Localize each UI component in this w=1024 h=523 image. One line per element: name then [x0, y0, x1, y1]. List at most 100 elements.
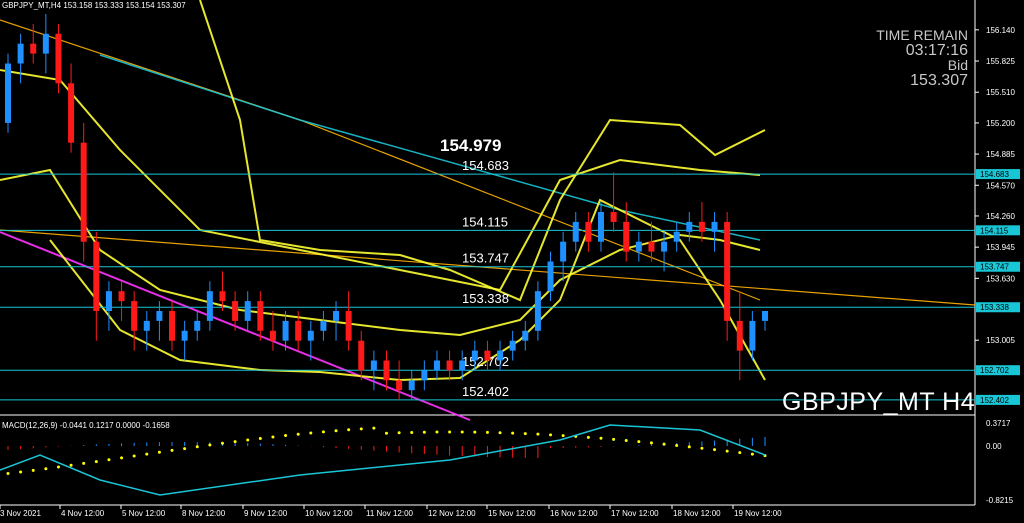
candle-body — [105, 291, 112, 311]
candle-body — [131, 301, 138, 331]
bid-label: Bid — [947, 57, 968, 73]
candle-body — [572, 221, 579, 242]
macd-signal-dot — [473, 430, 477, 434]
candle-body — [156, 311, 163, 321]
candle-body — [534, 291, 541, 331]
macd-signal-dot — [612, 437, 616, 441]
candle-body — [320, 320, 327, 331]
symbol-timeframe-label: GBPJPY_MT H4 — [782, 388, 976, 416]
time-remain-value: 03:17:16 — [905, 42, 968, 59]
candle-body — [295, 320, 302, 341]
candle-body — [383, 360, 390, 381]
macd-signal-dot — [296, 432, 300, 436]
macd-signal-dot — [56, 465, 60, 469]
candle-body — [497, 350, 504, 361]
candle-body — [93, 241, 100, 311]
macd-tick-label: -0.8215 — [986, 496, 1014, 505]
macd-signal-dot — [713, 448, 717, 452]
level-tag-label: 153.338 — [980, 303, 1009, 312]
candle-body — [686, 221, 693, 232]
candle-body — [17, 43, 24, 64]
macd-signal-dot — [586, 435, 590, 439]
candle-body — [433, 360, 440, 371]
macd-signal-dot — [271, 435, 275, 439]
macd-signal-dot — [145, 452, 149, 456]
macd-signal-dot — [662, 442, 666, 446]
time-tick-label: 12 Nov 12:00 — [428, 509, 476, 518]
candle-body — [80, 142, 87, 242]
symbol-header: GBPJPY_MT,H4 153.158 153.333 153.154 153… — [2, 1, 186, 10]
candle-body — [257, 301, 264, 331]
candle-body — [509, 340, 516, 351]
price-tick-label: 156.140 — [986, 26, 1015, 35]
candle-body — [143, 320, 150, 331]
candle-body — [232, 301, 239, 321]
macd-signal-dot — [649, 441, 653, 445]
level-label: 153.747 — [462, 251, 509, 266]
macd-signal-dot — [82, 461, 86, 465]
macd-signal-dot — [6, 472, 10, 476]
macd-signal-dot — [31, 468, 35, 472]
candle-body — [661, 241, 668, 252]
price-tick-label: 153.945 — [986, 243, 1015, 252]
candle-body — [711, 221, 718, 232]
macd-signal-dot — [536, 432, 540, 436]
macd-signal-dot — [498, 431, 502, 435]
macd-signal-dot — [359, 427, 363, 431]
macd-signal-dot — [561, 434, 565, 438]
time-tick-label: 16 Nov 12:00 — [550, 509, 598, 518]
candle-body — [169, 311, 176, 341]
price-tick-label: 154.885 — [986, 150, 1015, 159]
level-tag-label: 152.702 — [980, 366, 1009, 375]
macd-signal-dot — [195, 445, 199, 449]
macd-signal-dot — [183, 447, 187, 451]
macd-signal-dot — [170, 448, 174, 452]
macd-signal-dot — [69, 463, 73, 467]
price-chart[interactable]: 154.683 154.683 154.115 154.115 153.747 153.7… — [0, 0, 1024, 523]
macd-signal-dot — [208, 443, 212, 447]
candle-body — [446, 360, 453, 371]
candle-body — [194, 320, 201, 331]
macd-signal-dot — [120, 456, 124, 460]
time-tick-label: 11 Nov 12:00 — [366, 509, 414, 518]
macd-signal-dot — [321, 430, 325, 434]
price-tick-label: 153.005 — [986, 336, 1015, 345]
macd-signal-dot — [637, 440, 641, 444]
candle-body — [585, 221, 592, 242]
macd-signal-dot — [246, 438, 250, 442]
candle-body — [623, 221, 630, 252]
time-remain-label: TIME REMAIN — [876, 27, 968, 43]
candle-body — [181, 330, 188, 341]
macd-header: MACD(12,26,9) -0.0441 0.1217 0.0000 -0.1… — [2, 421, 170, 430]
macd-signal-dot — [107, 458, 111, 462]
macd-signal-dot — [435, 430, 439, 434]
time-tick-label: 15 Nov 12:00 — [488, 509, 536, 518]
time-tick-label: 19 Nov 12:00 — [734, 509, 782, 518]
time-remain-panel: TIME REMAIN 03:17:16 Bid 153.307 — [876, 27, 968, 89]
price-tick-label: 155.200 — [986, 119, 1015, 128]
macd-signal-dot — [397, 431, 401, 435]
candle-body — [408, 380, 415, 391]
level-tag-label: 154.683 — [980, 170, 1009, 179]
candle-body — [597, 212, 604, 242]
macd-signal-dot — [511, 431, 515, 435]
candle-body — [635, 241, 642, 252]
macd-signal-dot — [725, 449, 729, 453]
candle-body — [333, 311, 340, 321]
macd-signal-dot — [523, 432, 527, 436]
candle-body — [648, 241, 655, 252]
macd-signal-dot — [372, 426, 376, 430]
time-tick-label: 4 Nov 12:00 — [61, 509, 105, 518]
candle-body — [307, 330, 314, 341]
macd-signal-dot — [157, 450, 161, 454]
time-tick-label: 17 Nov 12:00 — [611, 509, 659, 518]
candle-body — [358, 340, 365, 371]
candle-body — [244, 301, 251, 321]
price-tick-label: 155.825 — [986, 57, 1015, 66]
macd-signal-dot — [94, 460, 98, 464]
candle-body — [5, 63, 11, 123]
candle-body — [68, 83, 75, 143]
price-tick-label: 154.260 — [986, 212, 1015, 221]
price-tick-label: 154.570 — [986, 181, 1015, 190]
level-tag-label: 152.402 — [980, 396, 1009, 405]
